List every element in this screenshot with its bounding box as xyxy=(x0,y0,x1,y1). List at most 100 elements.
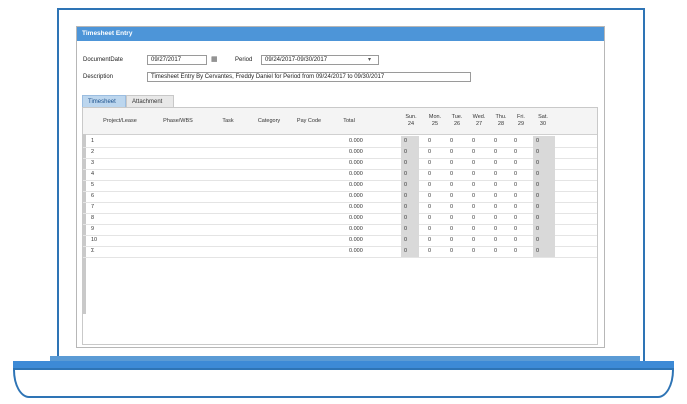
table-row[interactable]: Σ 0.000 0 0 0 0 0 0 0 xyxy=(83,246,597,258)
day-hours-cell[interactable]: 0 xyxy=(533,136,555,147)
period-select[interactable]: 09/24/2017-09/30/2017 xyxy=(261,55,379,65)
document-date-field[interactable]: 09/27/2017 xyxy=(147,55,207,65)
day-hours-cell[interactable]: 0 xyxy=(401,180,419,191)
col-task[interactable]: Task xyxy=(213,108,243,134)
day-hours-cell[interactable]: 0 xyxy=(533,169,555,180)
day-hours-cell[interactable]: 0 xyxy=(511,224,529,235)
day-hours-cell[interactable]: 0 xyxy=(491,224,509,235)
day-hours-cell[interactable]: 0 xyxy=(469,158,487,169)
tab-attachment[interactable]: Attachment xyxy=(126,95,174,107)
col-day-29[interactable]: Fri. 29 xyxy=(511,108,531,134)
day-hours-cell[interactable]: 0 xyxy=(401,246,419,257)
day-hours-cell[interactable]: 0 xyxy=(491,213,509,224)
day-hours-cell[interactable]: 0 xyxy=(447,169,465,180)
day-hours-cell[interactable]: 0 xyxy=(533,213,555,224)
day-hours-cell[interactable]: 0 xyxy=(533,158,555,169)
col-pay-code[interactable]: Pay Code xyxy=(291,108,327,134)
description-field[interactable]: Timesheet Entry By Cervantes, Freddy Dan… xyxy=(147,72,471,82)
row-total: 0.000 xyxy=(349,149,363,155)
day-hours-cell[interactable]: 0 xyxy=(511,147,529,158)
day-hours-cell[interactable]: 0 xyxy=(511,235,529,246)
day-hours-cell[interactable]: 0 xyxy=(469,224,487,235)
day-hours-cell[interactable]: 0 xyxy=(447,235,465,246)
day-hours-cell[interactable]: 0 xyxy=(447,147,465,158)
chevron-down-icon[interactable]: ▾ xyxy=(368,56,371,64)
day-hours-cell[interactable]: 0 xyxy=(425,158,443,169)
col-project[interactable]: Project/Lease xyxy=(95,108,145,134)
day-hours-cell[interactable]: 0 xyxy=(447,158,465,169)
day-hours-cell[interactable]: 0 xyxy=(447,191,465,202)
day-hours-cell[interactable]: 0 xyxy=(491,169,509,180)
day-hours-cell[interactable]: 0 xyxy=(447,136,465,147)
day-hours-cell[interactable]: 0 xyxy=(511,191,529,202)
day-hours-cell[interactable]: 0 xyxy=(469,213,487,224)
day-hours-cell[interactable]: 0 xyxy=(425,147,443,158)
day-hours-cell[interactable]: 0 xyxy=(401,147,419,158)
day-hours-cell[interactable]: 0 xyxy=(469,191,487,202)
day-hours-cell[interactable]: 0 xyxy=(511,169,529,180)
day-hours-cell[interactable]: 0 xyxy=(401,235,419,246)
day-hours-cell[interactable]: 0 xyxy=(447,180,465,191)
day-hours-cell[interactable]: 0 xyxy=(401,136,419,147)
day-hours-cell[interactable]: 0 xyxy=(469,246,487,257)
day-hours-cell[interactable]: 0 xyxy=(491,136,509,147)
day-hours-cell[interactable]: 0 xyxy=(401,158,419,169)
col-category[interactable]: Category xyxy=(251,108,287,134)
day-hours-cell[interactable]: 0 xyxy=(491,180,509,191)
day-hours-cell[interactable]: 0 xyxy=(425,224,443,235)
day-hours-cell[interactable]: 0 xyxy=(425,169,443,180)
col-day-27[interactable]: Wed. 27 xyxy=(469,108,489,134)
col-day-24[interactable]: Sun. 24 xyxy=(401,108,421,134)
day-hours-cell[interactable]: 0 xyxy=(533,147,555,158)
col-total[interactable]: Total xyxy=(335,108,363,134)
day-hours-cell[interactable]: 0 xyxy=(401,213,419,224)
day-hours-cell[interactable]: 0 xyxy=(447,202,465,213)
day-hours-cell[interactable]: 0 xyxy=(533,202,555,213)
day-hours-cell[interactable]: 0 xyxy=(511,180,529,191)
day-hours-cell[interactable]: 0 xyxy=(511,158,529,169)
day-hours-cell[interactable]: 0 xyxy=(511,202,529,213)
day-hours-cell[interactable]: 0 xyxy=(533,246,555,257)
day-hours-cell[interactable]: 0 xyxy=(491,191,509,202)
col-day-25[interactable]: Mon. 25 xyxy=(425,108,445,134)
day-hours-cell[interactable]: 0 xyxy=(425,202,443,213)
day-hours-cell[interactable]: 0 xyxy=(491,158,509,169)
day-hours-cell[interactable]: 0 xyxy=(469,202,487,213)
col-day-30[interactable]: Sat. 30 xyxy=(533,108,553,134)
day-hours-cell[interactable]: 0 xyxy=(425,246,443,257)
day-hours-cell[interactable]: 0 xyxy=(511,213,529,224)
day-hours-cell[interactable]: 0 xyxy=(533,191,555,202)
day-hours-cell[interactable]: 0 xyxy=(533,180,555,191)
day-hours-cell[interactable]: 0 xyxy=(425,191,443,202)
day-hours-cell[interactable]: 0 xyxy=(401,169,419,180)
row-number: 4 xyxy=(91,171,95,177)
day-hours-cell[interactable]: 0 xyxy=(401,191,419,202)
day-hours-cell[interactable]: 0 xyxy=(401,202,419,213)
day-hours-cell[interactable]: 0 xyxy=(469,180,487,191)
day-hours-cell[interactable]: 0 xyxy=(491,202,509,213)
day-hours-cell[interactable]: 0 xyxy=(469,136,487,147)
day-hours-cell[interactable]: 0 xyxy=(401,224,419,235)
day-hours-cell[interactable]: 0 xyxy=(511,246,529,257)
day-hours-cell[interactable]: 0 xyxy=(511,136,529,147)
day-hours-cell[interactable]: 0 xyxy=(469,147,487,158)
day-hours-cell[interactable]: 0 xyxy=(447,213,465,224)
day-hours-cell[interactable]: 0 xyxy=(533,235,555,246)
day-hours-cell[interactable]: 0 xyxy=(533,224,555,235)
day-hours-cell[interactable]: 0 xyxy=(469,235,487,246)
day-hours-cell[interactable]: 0 xyxy=(491,246,509,257)
col-phase[interactable]: Phase/WBS xyxy=(153,108,203,134)
day-hours-cell[interactable]: 0 xyxy=(447,246,465,257)
col-day-26[interactable]: Tue. 26 xyxy=(447,108,467,134)
day-hours-cell[interactable]: 0 xyxy=(425,235,443,246)
col-day-28[interactable]: Thu. 28 xyxy=(491,108,511,134)
day-hours-cell[interactable]: 0 xyxy=(491,147,509,158)
day-hours-cell[interactable]: 0 xyxy=(425,136,443,147)
day-hours-cell[interactable]: 0 xyxy=(425,213,443,224)
day-hours-cell[interactable]: 0 xyxy=(447,224,465,235)
day-hours-cell[interactable]: 0 xyxy=(491,235,509,246)
day-hours-cell[interactable]: 0 xyxy=(469,169,487,180)
day-hours-cell[interactable]: 0 xyxy=(425,180,443,191)
tab-timesheet[interactable]: Timesheet xyxy=(82,95,126,107)
calendar-icon[interactable]: ▦ xyxy=(211,56,218,64)
